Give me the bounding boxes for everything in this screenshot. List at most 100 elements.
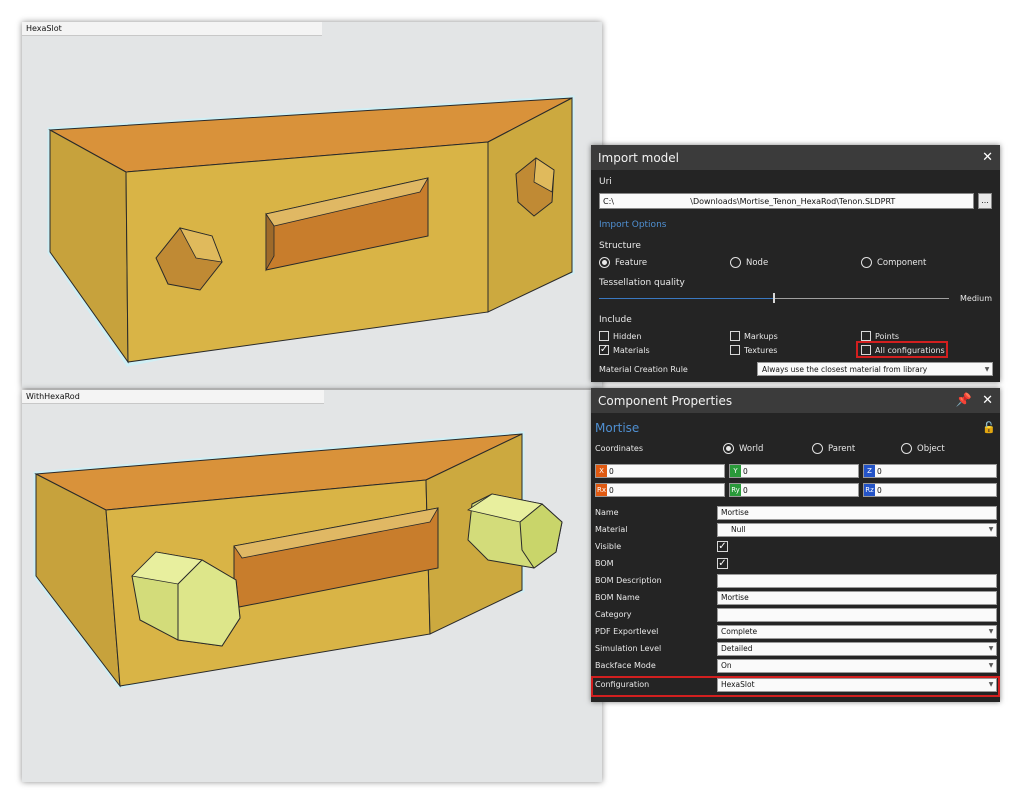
dialog-title: Import model	[598, 150, 680, 165]
bom-description-input[interactable]	[717, 574, 997, 588]
property-label: PDF Exportlevel	[595, 627, 659, 636]
property-row-material: Material Null ▼	[591, 522, 1000, 539]
checkbox-materials[interactable]: ✓ Materials	[599, 345, 650, 355]
axis-tag: X	[596, 465, 607, 477]
radio-label: Node	[746, 257, 769, 268]
close-icon[interactable]: ✕	[982, 393, 993, 408]
radio-indicator	[812, 443, 823, 454]
dropdown-value: Complete	[721, 627, 758, 636]
panel-title: Component Properties	[598, 393, 733, 408]
uri-input[interactable]: C:\ \Downloads\Mortise_Tenon_HexaRod\Ten…	[599, 193, 974, 209]
field-value: 0	[743, 466, 748, 476]
material-dropdown[interactable]: Null ▼	[717, 523, 997, 537]
pdf-exportlevel-dropdown[interactable]: Complete ▼	[717, 625, 997, 639]
property-row-bom-description: BOM Description	[591, 573, 1000, 590]
coordinates-label: Coordinates	[595, 444, 644, 453]
dialog-header: Import model ✕	[591, 145, 1000, 170]
axis-tag: Ry	[730, 484, 741, 496]
bom-name-input[interactable]: Mortise	[717, 591, 997, 605]
property-label: BOM	[595, 559, 614, 568]
radio-indicator	[901, 443, 912, 454]
property-row-bom: BOM ✓	[591, 556, 1000, 573]
chevron-down-icon: ▼	[988, 628, 994, 635]
highlight-box	[591, 676, 1000, 697]
tessellation-label: Tessellation quality	[599, 278, 685, 288]
name-input[interactable]: Mortise	[717, 506, 997, 520]
axis-tag: Rx	[596, 484, 607, 496]
property-label: Material	[595, 525, 628, 534]
property-label: Category	[595, 610, 632, 619]
viewport-hexaslot[interactable]: HexaSlot	[22, 22, 602, 388]
structure-label: Structure	[599, 241, 641, 251]
radio-label: Feature	[615, 257, 648, 268]
checkbox-label: Markups	[744, 331, 778, 341]
slider-thumb[interactable]	[773, 293, 775, 303]
import-model-dialog: Import model ✕ Uri C:\ \Downloads\Mortis…	[591, 145, 1000, 382]
backface-mode-dropdown[interactable]: On ▼	[717, 659, 997, 673]
viewport-title: HexaSlot	[22, 22, 322, 36]
browse-button[interactable]: ...	[978, 193, 992, 209]
radio-label: Object	[917, 443, 945, 454]
close-icon[interactable]: ✕	[982, 150, 993, 165]
field-value: 0	[609, 485, 614, 495]
checkbox-textures[interactable]: Textures	[730, 345, 777, 355]
field-value: 0	[877, 485, 882, 495]
property-row-backface-mode: Backface Mode On ▼	[591, 658, 1000, 675]
checkbox-label: Textures	[744, 345, 778, 355]
pin-icon[interactable]: 📌	[956, 393, 972, 408]
viewport-withhexarod[interactable]: WithHexaRod	[22, 390, 602, 782]
radio-coordinates-object[interactable]: Object	[901, 443, 945, 454]
checkbox-label: Hidden	[613, 331, 642, 341]
dropdown-value: Detailed	[721, 644, 753, 653]
checkbox-hidden[interactable]: Hidden	[599, 331, 641, 341]
bom-checkbox[interactable]: ✓	[717, 558, 728, 569]
property-row-category: Category	[591, 607, 1000, 624]
simulation-level-dropdown[interactable]: Detailed ▼	[717, 642, 997, 656]
category-input[interactable]	[717, 608, 997, 622]
radio-structure-feature[interactable]: Feature	[599, 257, 647, 268]
component-properties-panel: Component Properties 📌 ✕ Mortise 🔓 Coord…	[591, 388, 1000, 702]
uri-label: Uri	[599, 177, 612, 187]
chevron-down-icon: ▼	[988, 526, 994, 533]
radio-structure-node[interactable]: Node	[730, 257, 768, 268]
checkbox-indicator: ✓	[599, 344, 609, 355]
radio-coordinates-parent[interactable]: Parent	[812, 443, 855, 454]
field-value: 0	[743, 485, 748, 495]
panel-header: Component Properties 📌 ✕	[591, 388, 1000, 413]
rotation-x-field[interactable]: Rx 0	[595, 483, 725, 497]
checkbox-markups[interactable]: Markups	[730, 331, 778, 341]
property-row-visible: Visible ✓	[591, 539, 1000, 556]
position-z-field[interactable]: Z 0	[863, 464, 997, 478]
property-row-simulation-level: Simulation Level Detailed ▼	[591, 641, 1000, 658]
dropdown-value: On	[721, 661, 732, 670]
checkbox-indicator	[730, 345, 740, 355]
property-label: Backface Mode	[595, 661, 656, 670]
tessellation-value: Medium	[960, 294, 992, 303]
position-y-field[interactable]: Y 0	[729, 464, 859, 478]
viewport-title: WithHexaRod	[22, 390, 324, 404]
radio-label: World	[739, 443, 764, 454]
property-label: Visible	[595, 542, 622, 551]
checkbox-indicator	[861, 331, 871, 341]
unlock-icon[interactable]: 🔓	[982, 421, 996, 434]
position-x-field[interactable]: X 0	[595, 464, 725, 478]
property-label: Simulation Level	[595, 644, 662, 653]
visible-checkbox[interactable]: ✓	[717, 541, 728, 552]
property-row-bom-name: BOM Name Mortise	[591, 590, 1000, 607]
material-rule-dropdown[interactable]: Always use the closest material from lib…	[757, 362, 993, 376]
radio-indicator	[730, 257, 741, 268]
radio-label: Component	[877, 257, 927, 268]
model-hexaslot	[47, 95, 575, 367]
tessellation-slider[interactable]	[599, 293, 949, 303]
radio-indicator	[723, 443, 734, 454]
radio-coordinates-world[interactable]: World	[723, 443, 763, 454]
component-name-heading: Mortise	[595, 421, 640, 435]
radio-structure-component[interactable]: Component	[861, 257, 926, 268]
field-value: 0	[877, 466, 882, 476]
checkbox-indicator	[599, 331, 609, 341]
rotation-z-field[interactable]: Rz 0	[863, 483, 997, 497]
rotation-y-field[interactable]: Ry 0	[729, 483, 859, 497]
chevron-down-icon: ▼	[988, 662, 994, 669]
checkbox-points[interactable]: Points	[861, 331, 899, 341]
property-row-name: Name Mortise	[591, 505, 1000, 522]
